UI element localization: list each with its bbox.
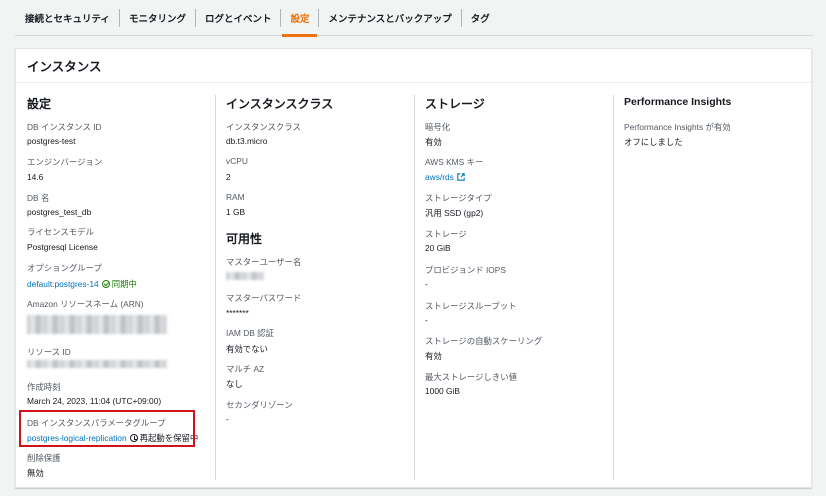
option-group-row: default:postgres-14 同期中 xyxy=(27,278,137,290)
db-name-label: DB 名 xyxy=(27,193,50,203)
highlight-box xyxy=(19,410,195,447)
performance-title: Performance Insights xyxy=(624,96,732,108)
vcpu-value: 2 xyxy=(226,172,231,182)
master-user-label: マスターユーザー名 xyxy=(226,257,302,267)
max-threshold-label: 最大ストレージしきい値 xyxy=(425,372,517,382)
autoscaling-label: ストレージの自動スケーリング xyxy=(425,336,543,346)
iam-auth-label: IAM DB 認証 xyxy=(226,328,274,338)
resource-id-redacted xyxy=(27,360,167,368)
instance-class-title: インスタンスクラス xyxy=(226,97,334,111)
engine-version-label: エンジンバージョン xyxy=(27,157,103,167)
kms-key-link[interactable]: aws/rds xyxy=(425,172,454,182)
max-threshold-value: 1000 GiB xyxy=(425,386,460,396)
iops-label: プロビジョンド IOPS xyxy=(425,265,506,275)
column-divider xyxy=(414,95,415,480)
config-title: 設定 xyxy=(27,97,52,111)
iam-auth-value: 有効でない xyxy=(226,344,268,354)
storage-size-label: ストレージ xyxy=(425,229,467,239)
storage-size-value: 20 GiB xyxy=(425,243,451,253)
tab-tags[interactable]: タグ xyxy=(471,0,490,36)
throughput-label: ストレージスループット xyxy=(425,301,517,311)
encryption-label: 暗号化 xyxy=(425,122,451,132)
kms-key-row: aws/rds xyxy=(425,172,465,182)
master-password-value: ******* xyxy=(226,308,249,318)
created-value: March 24, 2023, 11:04 (UTC+09:00) xyxy=(27,396,162,406)
tab-configuration[interactable]: 設定 xyxy=(282,0,318,37)
license-model-value: Postgresql License xyxy=(27,242,98,252)
column-divider xyxy=(215,95,216,480)
ram-value: 1 GB xyxy=(226,207,246,217)
column-divider xyxy=(613,95,614,480)
tab-separator xyxy=(318,8,320,27)
tab-separator xyxy=(118,8,120,27)
check-circle-icon xyxy=(101,280,110,288)
option-group-status: 同期中 xyxy=(111,279,137,289)
deletion-protection-label: 削除保護 xyxy=(27,453,61,463)
master-password-label: マスターパスワード xyxy=(226,293,302,303)
tab-separator xyxy=(460,8,462,27)
tab-bar: 接続とセキュリティ モニタリング ログとイベント 設定 メンテナンスとバックアッ… xyxy=(15,0,813,37)
vcpu-label: vCPU xyxy=(226,156,248,166)
option-group-link[interactable]: default:postgres-14 xyxy=(27,279,99,289)
panel-header: インスタンス xyxy=(16,49,811,83)
arn-redacted xyxy=(27,315,167,334)
multi-az-value: なし xyxy=(226,379,243,389)
iops-value: - xyxy=(425,279,428,289)
arn-label: Amazon リソースネーム (ARN) xyxy=(27,299,144,309)
external-link-icon[interactable] xyxy=(457,173,465,181)
tab-maintenance-backup[interactable]: メンテナンスとバックアップ xyxy=(328,0,451,36)
instance-class-label: インスタンスクラス xyxy=(226,122,301,132)
storage-type-value: 汎用 SSD (gp2) xyxy=(425,208,484,218)
panel-title: インスタンス xyxy=(27,60,102,74)
db-name-value: postgres_test_db xyxy=(27,207,92,217)
autoscaling-value: 有効 xyxy=(425,351,442,361)
db-instance-id-label: DB インスタンス ID xyxy=(27,122,102,132)
tab-monitoring[interactable]: モニタリング xyxy=(129,0,186,36)
secondary-zone-value: - xyxy=(226,414,229,424)
instance-class-value: db.t3.micro xyxy=(226,136,268,146)
resource-id-label: リソース ID xyxy=(27,347,71,357)
master-user-redacted xyxy=(226,272,264,280)
throughput-value: - xyxy=(425,315,428,325)
ram-label: RAM xyxy=(226,192,245,202)
storage-type-label: ストレージタイプ xyxy=(425,193,492,203)
created-label: 作成時刻 xyxy=(27,382,61,392)
performance-enabled-value: オフにしました xyxy=(624,137,683,147)
tab-logs-events[interactable]: ログとイベント xyxy=(205,0,272,36)
tab-separator xyxy=(280,8,282,27)
tab-connectivity-security[interactable]: 接続とセキュリティ xyxy=(25,0,110,36)
storage-title: ストレージ xyxy=(425,97,485,111)
tab-separator xyxy=(194,8,196,27)
encryption-value: 有効 xyxy=(425,137,442,147)
license-model-label: ライセンスモデル xyxy=(27,227,94,237)
multi-az-label: マルチ AZ xyxy=(226,364,265,374)
option-group-label: オプショングループ xyxy=(27,263,102,273)
engine-version-value: 14.6 xyxy=(27,172,44,182)
performance-enabled-label: Performance Insights が有効 xyxy=(624,122,731,132)
db-instance-id-value: postgres-test xyxy=(27,136,76,146)
secondary-zone-label: セカンダリゾーン xyxy=(226,400,293,410)
availability-title: 可用性 xyxy=(226,232,263,246)
kms-key-label: AWS KMS キー xyxy=(425,157,484,167)
deletion-protection-value: 無効 xyxy=(27,468,44,478)
